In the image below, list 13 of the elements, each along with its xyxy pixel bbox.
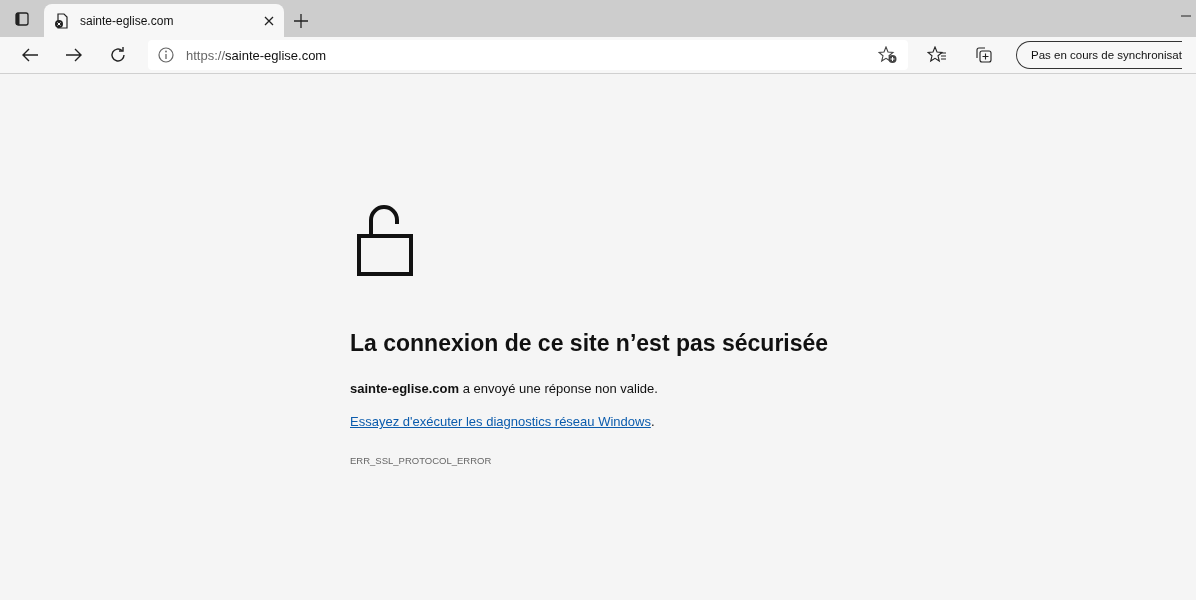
diagnostics-link[interactable]: Essayez d'exécuter les diagnostics réseau Windows <box>350 414 651 429</box>
page-error-icon <box>54 12 70 29</box>
add-favorite-icon[interactable] <box>878 46 898 64</box>
close-icon[interactable] <box>264 15 274 26</box>
address-bar[interactable]: https://sainte-eglise.com <box>148 40 908 70</box>
info-icon[interactable] <box>158 47 174 63</box>
browser-tab[interactable]: sainte-eglise.com <box>44 4 284 37</box>
unlocked-padlock-icon <box>357 204 413 278</box>
diagnostics-sentence: Essayez d'exécuter les diagnostics réseau Windows. <box>350 414 656 429</box>
sync-button[interactable]: Pas en cours de synchronisat <box>1016 41 1182 69</box>
error-code: ERR_SSL_PROTOCOL_ERROR <box>350 455 493 466</box>
error-message: sainte-eglise.com a envoyé une réponse non valide. <box>350 381 659 396</box>
error-title: La connexion de ce site n’est pas sécurisée <box>350 330 830 357</box>
